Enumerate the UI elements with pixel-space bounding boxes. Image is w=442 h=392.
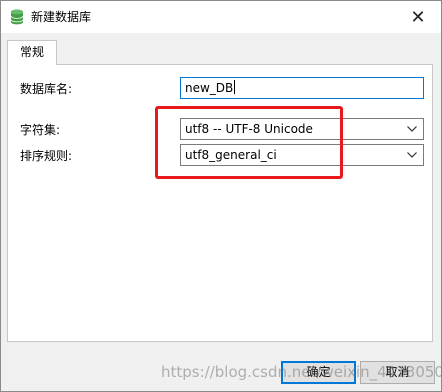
tab-panel-general [7, 64, 433, 342]
database-icon [10, 9, 24, 25]
title-bar: 新建数据库 ✕ [1, 1, 441, 33]
dialog-window: 新建数据库 ✕ 常规 数据库名: new_DB 字符集: utf8 -- UTF… [0, 0, 442, 392]
close-button[interactable]: ✕ [395, 1, 441, 33]
db-name-input[interactable]: new_DB [180, 77, 424, 99]
charset-value: utf8 -- UTF-8 Unicode [185, 122, 313, 136]
charset-label: 字符集: [20, 123, 61, 137]
db-name-label: 数据库名: [20, 82, 73, 96]
collation-value: utf8_general_ci [185, 148, 277, 162]
chevron-down-icon [407, 152, 417, 158]
text-caret [234, 80, 236, 94]
charset-select[interactable]: utf8 -- UTF-8 Unicode [180, 118, 424, 140]
collation-label: 排序规则: [20, 149, 73, 163]
db-name-value: new_DB [185, 81, 234, 95]
tab-general[interactable]: 常规 [7, 40, 57, 65]
collation-select[interactable]: utf8_general_ci [180, 144, 424, 166]
cancel-button[interactable]: 取消 [360, 361, 435, 384]
window-title: 新建数据库 [31, 10, 92, 24]
ok-button[interactable]: 确定 [281, 361, 356, 384]
chevron-down-icon [407, 126, 417, 132]
close-icon: ✕ [410, 6, 426, 28]
